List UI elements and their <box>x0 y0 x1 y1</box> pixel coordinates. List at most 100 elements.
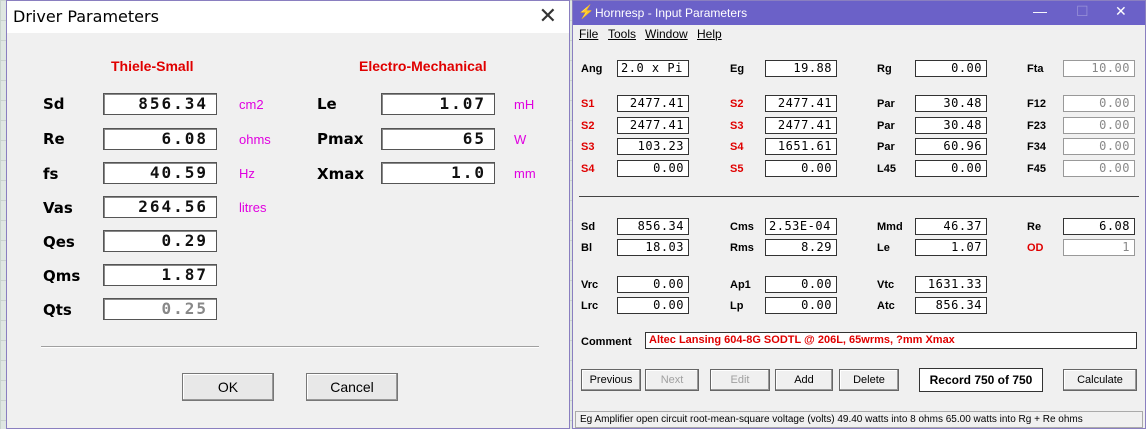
re-field[interactable]: 6.08 <box>103 128 217 150</box>
lp-field[interactable]: 0.00 <box>765 297 837 314</box>
close-icon[interactable]: ✕ <box>539 4 557 29</box>
ap1-label: Ap1 <box>730 279 751 291</box>
cms-label: Cms <box>730 221 754 233</box>
le-field[interactable]: 1.07 <box>915 239 987 256</box>
atc-field[interactable]: 856.34 <box>915 297 987 314</box>
lrc-field[interactable]: 0.00 <box>617 297 689 314</box>
qes-field[interactable]: 0.29 <box>103 230 217 252</box>
close-icon[interactable]: ✕ <box>1115 3 1127 20</box>
menu-file[interactable]: File <box>579 27 598 41</box>
s1-field[interactable]: 2477.41 <box>617 95 689 112</box>
title-bar: Driver Parameters ✕ <box>7 1 569 33</box>
l45-label: L45 <box>877 163 896 175</box>
vtc-field[interactable]: 1631.33 <box>915 276 987 293</box>
s4-field[interactable]: 1651.61 <box>765 138 837 155</box>
par-label: Par <box>877 98 895 110</box>
ang-label: Ang <box>581 63 603 75</box>
menu-bar: File Tools Window Help <box>573 25 1145 42</box>
par-field[interactable]: 30.48 <box>915 117 987 134</box>
bl-field[interactable]: 18.03 <box>617 239 689 256</box>
ok-button[interactable]: OK <box>182 373 274 401</box>
comment-label: Comment <box>581 336 632 348</box>
menu-window[interactable]: Window <box>645 27 688 41</box>
add-button[interactable]: Add <box>775 369 833 391</box>
record-indicator: Record 750 of 750 <box>919 368 1043 392</box>
param-label: Re <box>43 130 65 148</box>
fs-field[interactable]: 40.59 <box>103 162 217 184</box>
par-label: Par <box>877 120 895 132</box>
minimize-icon[interactable]: — <box>1033 3 1047 19</box>
cms-field[interactable]: 2.53E-04 <box>765 218 837 235</box>
param-label: Qms <box>43 267 81 285</box>
vrc-field[interactable]: 0.00 <box>617 276 689 293</box>
status-bar: Eg Amplifier open circuit root-mean-squa… <box>575 411 1143 428</box>
f45-label: F45 <box>1027 163 1046 175</box>
par-label: Par <box>877 141 895 153</box>
qts-field: 0.25 <box>103 298 217 320</box>
s4-field[interactable]: 0.00 <box>617 160 689 177</box>
calculate-button[interactable]: Calculate <box>1063 369 1137 391</box>
delete-button[interactable]: Delete <box>839 369 899 391</box>
vas-field[interactable]: 264.56 <box>103 196 217 218</box>
s2-field[interactable]: 2477.41 <box>765 95 837 112</box>
le-field[interactable]: 1.07 <box>381 93 495 115</box>
menu-help[interactable]: Help <box>697 27 722 41</box>
edit-button: Edit <box>710 369 770 391</box>
unit-label: Hz <box>239 166 255 181</box>
re-field[interactable]: 6.08 <box>1063 218 1135 235</box>
s3-field[interactable]: 2477.41 <box>765 117 837 134</box>
qms-field[interactable]: 1.87 <box>103 264 217 286</box>
s2-field[interactable]: 2477.41 <box>617 117 689 134</box>
lightning-icon: ⚡ <box>578 4 595 19</box>
ang-field[interactable]: 2.0 x Pi <box>617 60 689 77</box>
f23-label: F23 <box>1027 120 1046 132</box>
param-label: Le <box>317 95 337 113</box>
s2-label: S2 <box>581 120 595 132</box>
pmax-field[interactable]: 65 <box>381 128 495 150</box>
param-label: Xmax <box>317 165 364 183</box>
previous-button[interactable]: Previous <box>581 369 641 391</box>
comment-field[interactable]: Altec Lansing 604-8G SODTL @ 206L, 65wrm… <box>645 332 1137 349</box>
param-label: Vas <box>43 199 73 217</box>
mmd-field[interactable]: 46.37 <box>915 218 987 235</box>
s4-label: S4 <box>730 141 744 153</box>
l45-field[interactable]: 0.00 <box>915 160 987 177</box>
par-field[interactable]: 60.96 <box>915 138 987 155</box>
param-label: Qts <box>43 301 72 319</box>
menu-tools[interactable]: Tools <box>608 27 636 41</box>
rg-field[interactable]: 0.00 <box>915 60 987 77</box>
fta-field: 10.00 <box>1063 60 1135 77</box>
f23-field: 0.00 <box>1063 117 1135 134</box>
sd-field[interactable]: 856.34 <box>103 93 217 115</box>
eg-field[interactable]: 19.88 <box>765 60 837 77</box>
s3-field[interactable]: 103.23 <box>617 138 689 155</box>
f12-label: F12 <box>1027 98 1046 110</box>
s3-label: S3 <box>730 120 744 132</box>
re-label: Re <box>1027 221 1042 233</box>
electro-mechanical-header: Electro-Mechanical <box>359 58 487 74</box>
thiele-small-header: Thiele-Small <box>111 58 194 74</box>
eg-label: Eg <box>730 63 745 75</box>
title-bar: ⚡ Hornresp - Input Parameters — ☐ ✕ <box>573 1 1145 25</box>
ap1-field[interactable]: 0.00 <box>765 276 837 293</box>
sd-field[interactable]: 856.34 <box>617 218 689 235</box>
unit-label: cm2 <box>239 97 264 112</box>
rms-field[interactable]: 8.29 <box>765 239 837 256</box>
s4-label: S4 <box>581 163 595 175</box>
cancel-button[interactable]: Cancel <box>306 373 398 401</box>
par-field[interactable]: 30.48 <box>915 95 987 112</box>
fta-label: Fta <box>1027 63 1044 75</box>
unit-label: litres <box>239 200 267 215</box>
xmax-field[interactable]: 1.0 <box>381 162 495 184</box>
mmd-label: Mmd <box>877 221 903 233</box>
divider <box>579 196 1139 198</box>
vtc-label: Vtc <box>877 279 895 291</box>
param-label: Pmax <box>317 130 364 148</box>
f12-field: 0.00 <box>1063 95 1135 112</box>
s5-field[interactable]: 0.00 <box>765 160 837 177</box>
f34-label: F34 <box>1027 141 1046 153</box>
unit-label: mH <box>514 97 535 112</box>
s5-label: S5 <box>730 163 744 175</box>
vrc-label: Vrc <box>581 279 599 291</box>
s1-label: S1 <box>581 98 595 110</box>
